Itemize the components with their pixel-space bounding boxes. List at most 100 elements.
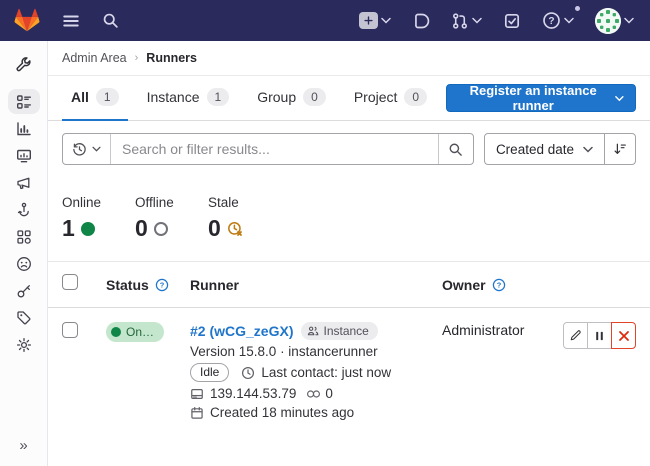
todo-checkbox-icon <box>503 12 521 30</box>
sidebar-item-system-hooks[interactable] <box>0 196 47 223</box>
hamburger-menu-button[interactable] <box>58 8 84 34</box>
pause-icon <box>594 330 605 342</box>
chevron-down-icon <box>624 17 634 24</box>
user-menu-button[interactable] <box>591 4 638 38</box>
issues-button[interactable] <box>408 8 434 34</box>
filtered-search <box>62 133 474 165</box>
key-icon <box>16 283 32 299</box>
tab-label: Instance <box>147 89 200 105</box>
users-icon <box>307 325 319 337</box>
hamburger-icon <box>62 12 80 30</box>
help-question-icon: ? <box>492 278 506 292</box>
sidebar-item-deploy-keys[interactable] <box>0 277 47 304</box>
breadcrumb-admin-area[interactable]: Admin Area <box>62 51 127 65</box>
help-question-icon: ? <box>155 278 169 292</box>
monitor-icon <box>16 148 32 164</box>
label-tag-icon <box>16 310 32 326</box>
type-badge-label: Instance <box>323 324 368 338</box>
sidebar-item-admin-area[interactable] <box>0 48 47 81</box>
runners-table-header: Status ? Runner Owner ? <box>48 262 650 308</box>
filter-bar: Created date <box>48 121 650 177</box>
runner-link[interactable]: #2 (wCG_zeGX) <box>190 323 293 339</box>
sort-direction-button[interactable] <box>604 133 636 165</box>
double-chevron-right-icon: » <box>19 437 27 454</box>
column-runner: Runner <box>190 277 239 293</box>
search-input[interactable] <box>111 134 438 164</box>
help-menu-button[interactable]: ? <box>538 7 578 34</box>
column-owner: Owner <box>442 277 486 293</box>
merge-requests-button[interactable] <box>447 8 486 34</box>
register-instance-runner-button[interactable]: Register an instance runner <box>446 84 636 112</box>
runner-jobs-link[interactable]: 0 <box>306 386 333 401</box>
tab-label: Project <box>354 89 398 105</box>
tab-instance[interactable]: Instance 1 <box>138 76 239 121</box>
sidebar-item-analytics[interactable] <box>0 115 47 142</box>
status-badge-label: Online <box>126 325 155 339</box>
sort-by-dropdown[interactable]: Created date <box>484 133 605 165</box>
search-history-button[interactable] <box>63 134 111 164</box>
frown-face-icon <box>16 256 32 272</box>
tab-count-badge: 0 <box>404 88 427 106</box>
chevron-down-icon <box>472 17 482 24</box>
expand-sidebar-button[interactable]: » <box>0 434 47 456</box>
search-icon <box>448 142 463 157</box>
stat-label: Stale <box>208 195 250 210</box>
owner-help-button[interactable]: ? <box>492 278 506 292</box>
sidebar-item-messages[interactable] <box>0 169 47 196</box>
sidebar-item-overview[interactable] <box>0 88 47 115</box>
pencil-icon <box>569 329 582 342</box>
sidebar-item-labels[interactable] <box>0 304 47 331</box>
runner-stats: Online 1 Offline 0 Stale 0 <box>48 177 650 262</box>
sidebar-item-applications[interactable] <box>0 223 47 250</box>
tab-group[interactable]: Group 0 <box>248 76 335 121</box>
megaphone-icon <box>16 175 32 191</box>
tab-count-badge: 1 <box>207 88 230 106</box>
stat-value: 1 <box>62 217 75 240</box>
owner-link[interactable]: Administrator <box>442 322 524 338</box>
search-submit-button[interactable] <box>438 134 473 164</box>
gitlab-logo[interactable] <box>10 4 44 37</box>
issues-icon <box>412 12 430 30</box>
overview-icon <box>16 94 32 110</box>
tab-count-badge: 1 <box>96 88 119 106</box>
stat-value: 0 <box>135 217 148 240</box>
sort-descending-icon <box>613 142 627 156</box>
offline-status-icon <box>154 222 168 236</box>
top-navbar: ? <box>0 0 650 41</box>
runner-type-tabs: All 1 Instance 1 Group 0 Project 0 Regis… <box>48 76 650 121</box>
link-icon <box>306 388 321 400</box>
svg-text:?: ? <box>496 280 501 289</box>
sidebar-item-monitoring[interactable] <box>0 142 47 169</box>
help-question-icon: ? <box>542 11 561 30</box>
delete-runner-button[interactable] <box>611 322 636 349</box>
merge-request-icon <box>451 12 469 30</box>
server-ip-icon <box>190 387 204 401</box>
wrench-icon <box>15 56 32 73</box>
edit-runner-button[interactable] <box>563 322 588 349</box>
stat-stale: Stale 0 <box>208 195 250 240</box>
tab-all[interactable]: All 1 <box>62 76 128 121</box>
runner-table-row: Online #2 (wCG_zeGX) Instance Versi <box>48 308 650 436</box>
tab-project[interactable]: Project 0 <box>345 76 436 121</box>
runner-created: Created 18 minutes ago <box>210 405 354 420</box>
status-help-button[interactable]: ? <box>155 278 169 292</box>
select-row-checkbox[interactable] <box>62 322 78 338</box>
runner-version: Version 15.8.0 · instancerunner <box>190 344 442 359</box>
sidebar-item-settings[interactable] <box>0 331 47 358</box>
breadcrumb-current: Runners <box>146 51 197 65</box>
runner-ip-address: 139.144.53.79 <box>210 386 296 401</box>
plus-icon <box>359 12 378 29</box>
breadcrumb: Admin Area › Runners <box>48 41 650 76</box>
history-icon <box>72 142 87 157</box>
select-all-checkbox[interactable] <box>62 274 78 290</box>
new-menu-button[interactable] <box>355 8 395 33</box>
pause-runner-button[interactable] <box>587 322 612 349</box>
todos-button[interactable] <box>499 8 525 34</box>
global-search-button[interactable] <box>98 8 123 33</box>
avatar <box>595 8 621 34</box>
instance-type-badge: Instance <box>301 322 377 340</box>
sidebar-item-abuse-reports[interactable] <box>0 250 47 277</box>
stat-online: Online 1 <box>62 195 104 240</box>
tab-count-badge: 0 <box>303 88 326 106</box>
stat-label: Offline <box>135 195 177 210</box>
